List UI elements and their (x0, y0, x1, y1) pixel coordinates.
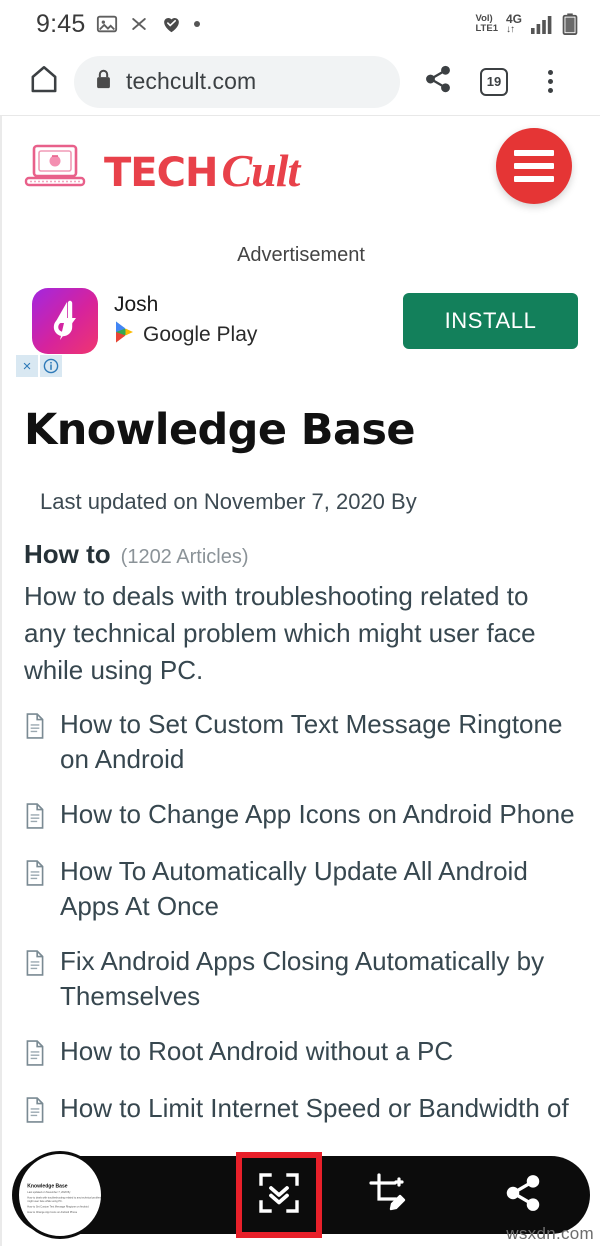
volte-indicator: Vol) LTE1 (475, 13, 498, 34)
ad-controls: × (16, 355, 62, 377)
ad-store-row: Google Play (114, 320, 403, 350)
install-button[interactable]: INSTALL (403, 293, 578, 349)
document-icon (24, 803, 46, 834)
status-clock: 9:45 (36, 9, 86, 38)
thumbnail-link-2: How to Change App Icons on Android Phone (27, 1210, 78, 1214)
thumbnail-content: Knowledge Base Last updated on November … (26, 1183, 104, 1236)
kebab-menu-icon (547, 70, 553, 93)
thumbnail-desc: How to deals with troubleshooting relate… (27, 1196, 104, 1203)
laptop-icon (24, 142, 90, 199)
ad-store-name: Google Play (143, 322, 258, 346)
document-icon (24, 860, 46, 891)
logo-wordmark: TECH Cult (104, 144, 300, 197)
site-header: TECH Cult (2, 116, 600, 234)
bluetooth-off-icon (129, 13, 149, 35)
browser-toolbar: techcult.com 19 (0, 48, 600, 116)
document-icon (24, 713, 46, 744)
article-link[interactable]: How To Automatically Update All Android … (60, 854, 576, 924)
share-icon (423, 64, 453, 99)
tab-switcher-button[interactable]: 19 (466, 67, 522, 96)
article-link-list: How to Set Custom Text Message Ringtone … (2, 689, 600, 1128)
signal-bars-icon (530, 14, 554, 34)
watermark: wsxdn.com (506, 1224, 594, 1243)
list-item[interactable]: Fix Android Apps Closing Automatically b… (24, 944, 600, 1014)
status-bar: 9:45 Vol) LTE1 4G ↓↑ (0, 0, 600, 48)
logo-tech-text: TECH (104, 150, 218, 196)
lock-icon (94, 68, 113, 95)
article-meta: Last updated on November 7, 2020 By (40, 489, 417, 514)
network-type-indicator: 4G ↓↑ (505, 11, 522, 35)
list-item[interactable]: How to Change App Icons on Android Phone (24, 797, 600, 834)
share-icon (503, 1173, 543, 1218)
advertisement-text: Josh Google Play (114, 293, 403, 350)
tab-count-badge: 19 (480, 67, 508, 96)
list-item[interactable]: How to Root Android without a PC (24, 1034, 600, 1071)
home-button[interactable] (18, 63, 70, 100)
document-icon (24, 1040, 46, 1071)
thumbnail-title: Knowledge Base (27, 1183, 68, 1189)
ad-app-name: Josh (114, 292, 159, 316)
omnibox[interactable]: techcult.com (74, 55, 400, 108)
list-item[interactable]: How To Automatically Update All Android … (24, 854, 600, 924)
site-menu-button[interactable] (496, 128, 572, 204)
screenshot-share-button[interactable] (456, 1156, 590, 1234)
google-play-icon (114, 320, 136, 350)
category-article-count: (1202 Articles) (120, 546, 249, 568)
article-link[interactable]: Fix Android Apps Closing Automatically b… (60, 944, 576, 1014)
phone-screen: 9:45 Vol) LTE1 4G ↓↑ techcult.com 19 TEC… (0, 0, 600, 1246)
screenshot-preview-thumbnail[interactable]: Knowledge Base Last updated on November … (16, 1151, 104, 1239)
url-text: techcult.com (126, 68, 257, 94)
logo-cult-text: Cult (221, 145, 300, 196)
capture-more-button[interactable] (235, 1152, 322, 1238)
josh-app-icon (32, 288, 98, 354)
browser-menu-button[interactable] (522, 70, 578, 93)
image-icon (96, 13, 118, 35)
web-page-content: TECH Cult Advertisement Josh Google Play… (0, 116, 600, 1246)
advertisement-label: Advertisement (237, 244, 365, 266)
heart-icon (160, 13, 183, 35)
category-heading: How to (1202 Articles) (2, 515, 600, 570)
crop-edit-button[interactable] (322, 1156, 456, 1234)
thumbnail-link-1: How to Set Custom Text Message Ringtone … (27, 1205, 89, 1209)
share-button[interactable] (410, 64, 466, 99)
document-icon (24, 950, 46, 981)
article-link[interactable]: How to Set Custom Text Message Ringtone … (60, 707, 576, 777)
scroll-capture-icon (258, 1172, 300, 1219)
advertisement-banner[interactable]: Josh Google Play INSTALL × (2, 275, 600, 377)
advertisement-block: Advertisement Josh Google Play INSTALL × (2, 234, 600, 377)
list-item[interactable]: How to Limit Internet Speed or Bandwidth… (24, 1091, 600, 1128)
crop-edit-icon (368, 1172, 410, 1219)
document-icon (24, 1097, 46, 1128)
battery-icon (562, 13, 578, 35)
ad-info-icon[interactable] (40, 355, 62, 377)
list-item[interactable]: How to Set Custom Text Message Ringtone … (24, 707, 600, 777)
page-title: Knowledge Base (24, 405, 416, 455)
article-link[interactable]: How to Root Android without a PC (60, 1034, 453, 1069)
status-bar-right: Vol) LTE1 4G ↓↑ (475, 13, 578, 35)
category-description: How to deals with troubleshooting relate… (24, 581, 536, 685)
thumbnail-meta: Last updated on November 7, 2020 By (27, 1190, 71, 1194)
screenshot-toolbar: Knowledge Base Last updated on November … (12, 1151, 590, 1239)
home-icon (28, 63, 60, 100)
status-bar-left: 9:45 (36, 10, 475, 39)
article-link[interactable]: How to Change App Icons on Android Phone (60, 797, 575, 832)
dot-icon (194, 21, 201, 27)
category-name: How to (24, 539, 111, 569)
article-link[interactable]: How to Limit Internet Speed or Bandwidth… (60, 1091, 569, 1126)
ad-close-icon[interactable]: × (16, 355, 38, 377)
